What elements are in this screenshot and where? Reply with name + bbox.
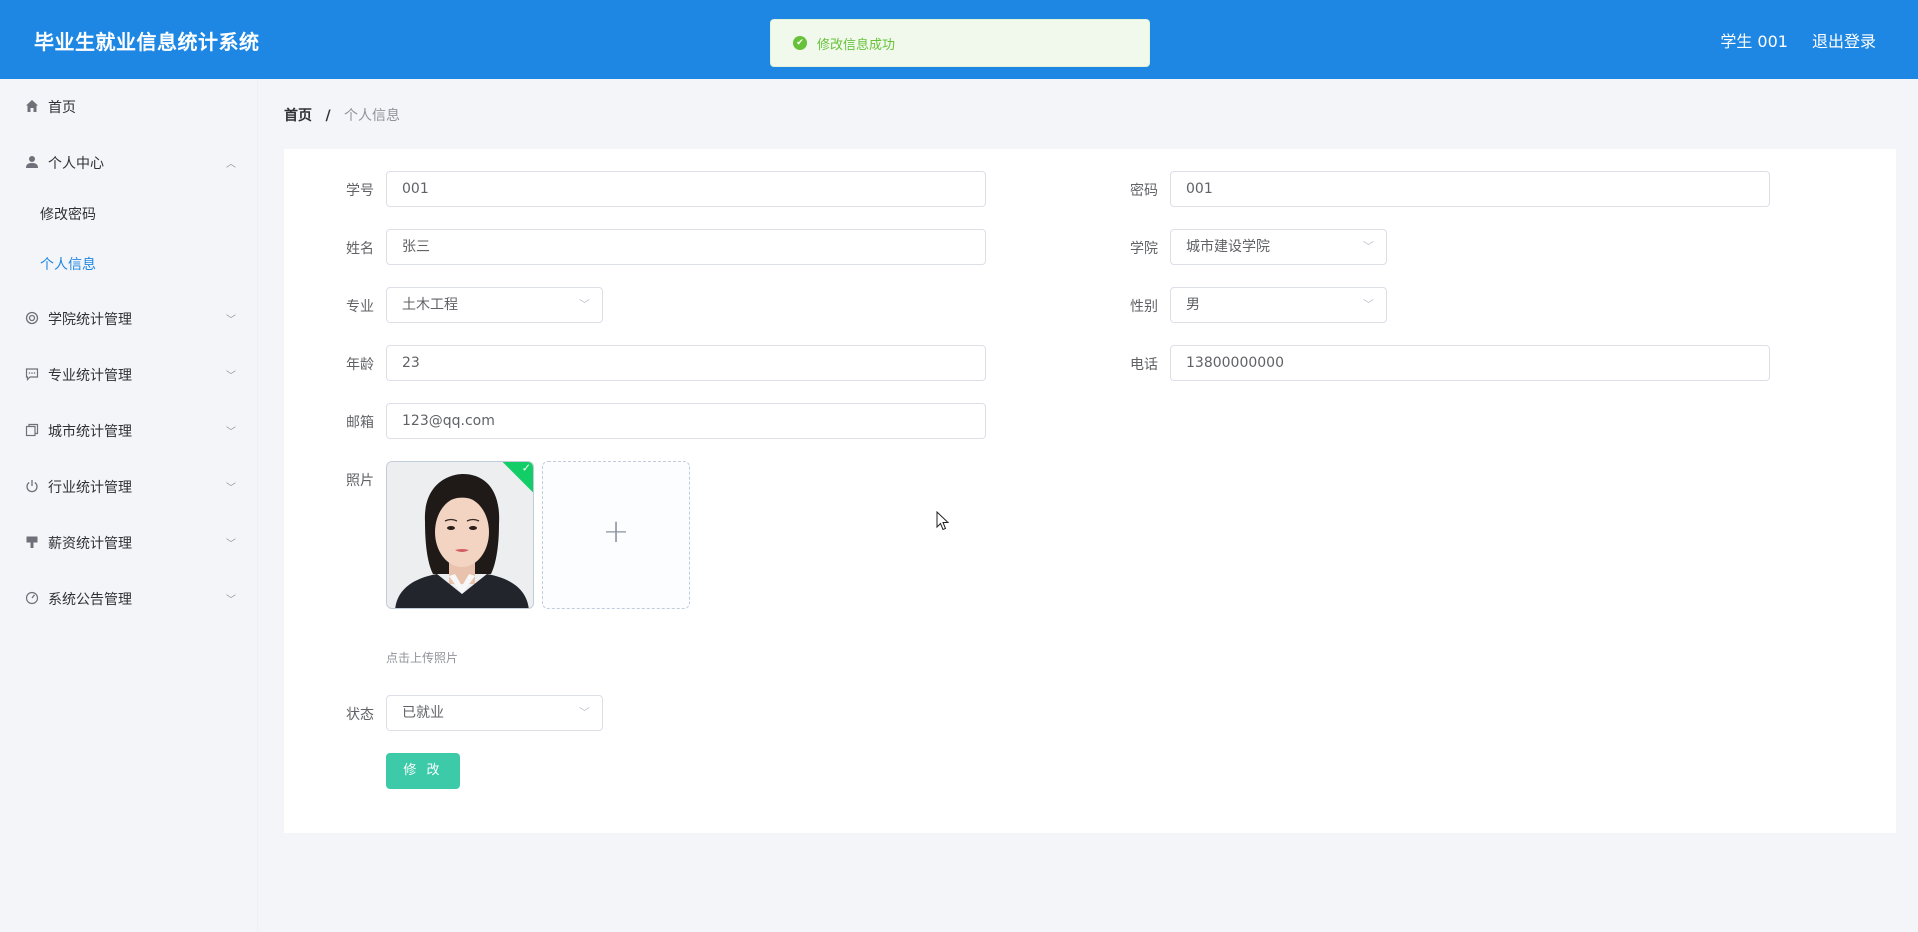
sidebar-item-personal-center[interactable]: 个人中心 ︿: [0, 143, 258, 183]
chevron-down-icon: ﹀: [226, 315, 236, 326]
major-select-value: 土木工程: [402, 297, 458, 313]
gender-label: 性别: [1130, 299, 1158, 315]
breadcrumb-current: 个人信息: [344, 108, 401, 124]
email-input[interactable]: 123@qq.com: [386, 403, 986, 439]
sidebar-item-college-stats[interactable]: 学院统计管理 ﹀: [0, 299, 258, 339]
phone-input[interactable]: 13800000000: [1170, 345, 1770, 381]
major-select[interactable]: 土木工程 ﹀: [386, 287, 603, 323]
college-select-value: 城市建设学院: [1186, 239, 1270, 255]
chevron-down-icon: ﹀: [226, 483, 236, 494]
gender-select-value: 男: [1186, 297, 1200, 313]
chevron-down-icon: ﹀: [579, 706, 590, 719]
sidebar-item-industry-stats[interactable]: 行业统计管理 ﹀: [0, 467, 258, 507]
photo-label: 照片: [346, 473, 374, 489]
current-user[interactable]: 学生 001: [1720, 28, 1788, 52]
major-label: 专业: [346, 299, 374, 315]
photo-thumbnail[interactable]: ✓: [386, 461, 534, 609]
college-label: 学院: [1130, 241, 1158, 257]
breadcrumb-separator: /: [325, 108, 331, 124]
student-id-label: 学号: [346, 183, 374, 199]
user-icon: [24, 155, 40, 171]
age-input[interactable]: 23: [386, 345, 986, 381]
chevron-down-icon: ﹀: [1363, 298, 1374, 311]
sidebar-item-label: 城市统计管理: [48, 424, 132, 440]
gender-select[interactable]: 男 ﹀: [1170, 287, 1387, 323]
app-title: 毕业生就业信息统计系统: [34, 30, 260, 54]
sidebar-item-label: 首页: [48, 100, 76, 116]
plus-icon: +: [602, 512, 630, 550]
sidebar-item-label: 修改密码: [40, 207, 96, 223]
check-icon: ✓: [521, 461, 531, 475]
success-toast: ✔ 修改信息成功: [770, 19, 1150, 67]
sidebar-item-label: 系统公告管理: [48, 592, 132, 608]
name-label: 姓名: [346, 241, 374, 257]
upload-photo-button[interactable]: +: [542, 461, 690, 609]
portrait-image: [387, 462, 533, 608]
status-select[interactable]: 已就业 ﹀: [386, 695, 603, 731]
sidebar-item-label: 个人信息: [40, 257, 96, 273]
gauge-icon: [24, 591, 40, 607]
chevron-down-icon: ﹀: [226, 539, 236, 550]
age-label: 年龄: [346, 357, 374, 373]
college-select[interactable]: 城市建设学院 ﹀: [1170, 229, 1387, 265]
check-circle-icon: ✔: [793, 36, 807, 50]
breadcrumb-home[interactable]: 首页: [284, 108, 312, 124]
home-icon: [24, 99, 40, 115]
sidebar-item-personal-info[interactable]: 个人信息: [0, 244, 258, 284]
chat-icon: [24, 367, 40, 383]
logout-link[interactable]: 退出登录: [1812, 28, 1876, 52]
sidebar-item-label: 学院统计管理: [48, 312, 132, 328]
password-input[interactable]: 001: [1170, 171, 1770, 207]
copy-icon: [24, 423, 40, 439]
phone-label: 电话: [1130, 357, 1158, 373]
sidebar-item-label: 行业统计管理: [48, 480, 132, 496]
sidebar-item-city-stats[interactable]: 城市统计管理 ﹀: [0, 411, 258, 451]
sidebar-item-salary-stats[interactable]: 薪资统计管理 ﹀: [0, 523, 258, 563]
chevron-down-icon: ﹀: [226, 371, 236, 382]
status-select-value: 已就业: [402, 705, 444, 721]
sidebar-item-change-password[interactable]: 修改密码: [0, 194, 258, 234]
chevron-down-icon: ﹀: [226, 595, 236, 606]
sidebar-item-notice-mgmt[interactable]: 系统公告管理 ﹀: [0, 579, 258, 619]
chevron-down-icon: ﹀: [1363, 240, 1374, 253]
password-label: 密码: [1130, 183, 1158, 199]
email-label: 邮箱: [346, 415, 374, 431]
status-label: 状态: [346, 707, 374, 723]
sidebar-item-label: 个人中心: [48, 156, 104, 172]
sidebar-item-major-stats[interactable]: 专业统计管理 ﹀: [0, 355, 258, 395]
upload-tip: 点击上传照片: [386, 651, 459, 665]
breadcrumb: 首页 / 个人信息: [284, 105, 400, 125]
toast-message: 修改信息成功: [817, 37, 896, 53]
sidebar-item-label: 薪资统计管理: [48, 536, 132, 552]
power-icon: [24, 479, 40, 495]
student-id-input[interactable]: 001: [386, 171, 986, 207]
name-input[interactable]: 张三: [386, 229, 986, 265]
sidebar-item-home[interactable]: 首页: [0, 87, 258, 127]
submit-button[interactable]: 修 改: [386, 753, 460, 789]
ring-icon: [24, 311, 40, 327]
chevron-down-icon: ﹀: [226, 427, 236, 438]
mouse-cursor-icon: [936, 510, 950, 535]
sidebar-item-label: 专业统计管理: [48, 368, 132, 384]
chevron-down-icon: ﹀: [579, 298, 590, 311]
chevron-up-icon: ︿: [226, 159, 236, 170]
header-user-area: 学生 001 退出登录: [1720, 28, 1876, 52]
sidebar: 首页 个人中心 ︿ 修改密码 个人信息 学院统计管理 ﹀ 专业统计管理 ﹀ 城市…: [0, 79, 258, 932]
brush-icon: [24, 535, 40, 551]
